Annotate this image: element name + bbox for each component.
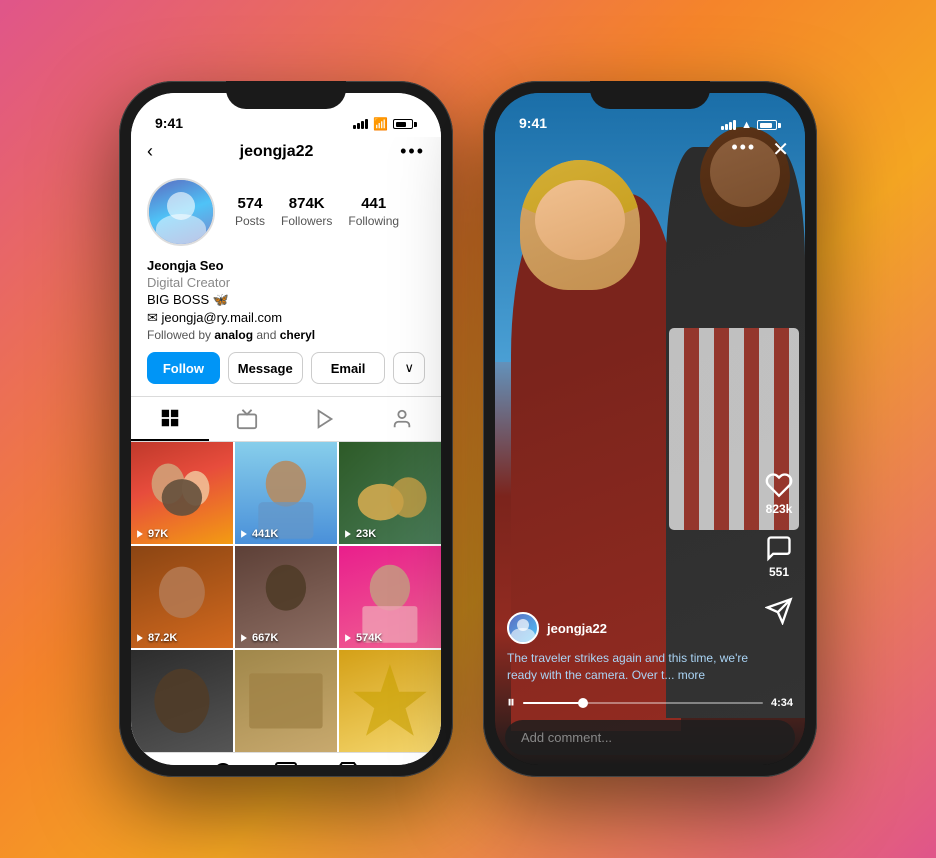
followers-count: 874K — [281, 195, 332, 212]
message-button[interactable]: Message — [228, 352, 303, 384]
grid-item[interactable]: 574K — [339, 546, 441, 648]
close-button[interactable]: ✕ — [772, 137, 789, 162]
profile-tabs — [131, 396, 441, 442]
left-time: 9:41 — [155, 115, 183, 131]
grid-view-count: 441K — [252, 528, 278, 540]
following-label: Following — [348, 214, 399, 228]
grid-item[interactable]: 441K — [235, 442, 337, 544]
wifi-icon: 📶 — [373, 117, 388, 131]
grid-item[interactable]: 87.2K — [131, 546, 233, 648]
grid-item[interactable] — [339, 650, 441, 752]
tab-igtv[interactable] — [209, 397, 287, 441]
comment-count: 551 — [769, 565, 789, 579]
grid-item[interactable]: 97K — [131, 442, 233, 544]
progress-bar: ⏸ 4:34 — [495, 694, 805, 712]
pause-button[interactable]: ⏸ — [507, 694, 515, 712]
follow-button[interactable]: Follow — [147, 352, 220, 384]
posts-grid: 97K 441K — [131, 442, 441, 752]
grid-view-count: 23K — [356, 528, 376, 540]
grid-item[interactable]: 667K — [235, 546, 337, 648]
posts-label: Posts — [235, 214, 265, 228]
nav-reels[interactable] — [255, 761, 317, 765]
comment-input[interactable]: Add comment... — [505, 720, 795, 755]
right-wifi-icon: ▲ — [741, 119, 752, 131]
grid-item[interactable] — [235, 650, 337, 752]
video-avatar — [507, 612, 539, 644]
grid-view-count: 97K — [148, 528, 168, 540]
bottom-overlay: jeongja22 The traveler strikes again and… — [495, 604, 805, 765]
like-action[interactable]: 823k — [765, 471, 793, 516]
grid-view-count: 574K — [356, 632, 382, 644]
bio-followed: Followed by analog and cheryl — [147, 328, 425, 342]
right-actions: 823k 551 — [765, 471, 793, 625]
more-button[interactable]: ∨ — [393, 352, 425, 384]
tab-tagged[interactable] — [364, 397, 442, 441]
more-options-button[interactable]: ••• — [400, 141, 425, 162]
profile-section: 574 Posts 874K Followers 441 Following J… — [131, 170, 441, 396]
progress-controls: ⏸ 4:34 — [507, 694, 793, 712]
profile-username-header: jeongja22 — [240, 143, 314, 161]
progress-track[interactable] — [523, 702, 763, 704]
following-stat: 441 Following — [348, 195, 399, 230]
action-buttons: Follow Message Email ∨ — [147, 352, 425, 384]
right-status-bar: 9:41 ▲ — [495, 93, 805, 137]
ig-header: ‹ jeongja22 ••• — [131, 137, 441, 170]
video-username: jeongja22 — [547, 621, 607, 636]
posts-count: 574 — [235, 195, 265, 212]
tab-reels[interactable] — [286, 397, 364, 441]
left-phone-screen: 9:41 📶 ‹ jeongja22 ••• — [131, 93, 441, 765]
video-total-time: 4:34 — [771, 697, 793, 709]
bio-role: Digital Creator — [147, 275, 425, 290]
more-link[interactable]: more — [678, 668, 705, 682]
tab-grid[interactable] — [131, 397, 209, 441]
video-user: jeongja22 — [507, 612, 755, 644]
followers-stat: 874K Followers — [281, 195, 332, 230]
battery-icon — [393, 119, 417, 129]
nav-home[interactable] — [131, 761, 193, 765]
video-info: jeongja22 The traveler strikes again and… — [495, 604, 805, 694]
followers-label: Followers — [281, 214, 332, 228]
right-phone: 9:41 ▲ ••• ✕ — [483, 81, 817, 777]
grid-view-count: 87.2K — [148, 632, 177, 644]
progress-dot — [578, 698, 588, 708]
video-caption: The traveler strikes again and this time… — [507, 650, 755, 684]
progress-fill — [523, 702, 583, 704]
nav-shop[interactable] — [317, 761, 379, 765]
posts-stat: 574 Posts — [235, 195, 265, 230]
right-signal-icon — [721, 120, 736, 130]
nav-search[interactable] — [193, 761, 255, 765]
grid-view-count: 667K — [252, 632, 278, 644]
left-phone: 9:41 📶 ‹ jeongja22 ••• — [119, 81, 453, 777]
avatar — [147, 178, 215, 246]
profile-top: 574 Posts 874K Followers 441 Following — [147, 178, 425, 246]
email-button[interactable]: Email — [311, 352, 386, 384]
back-button[interactable]: ‹ — [147, 141, 153, 162]
right-status-icons: ▲ — [721, 119, 781, 131]
video-more-button[interactable]: ••• — [731, 137, 756, 162]
nav-profile[interactable] — [379, 761, 441, 765]
bio-email: ✉ jeongja@ry.mail.com — [147, 310, 425, 326]
right-phone-screen: 9:41 ▲ ••• ✕ — [495, 93, 805, 765]
grid-item[interactable] — [131, 650, 233, 752]
stats-row: 574 Posts 874K Followers 441 Following — [235, 195, 399, 230]
left-notch — [226, 81, 346, 109]
signal-icon — [353, 119, 368, 129]
bottom-nav — [131, 752, 441, 765]
left-status-icons: 📶 — [353, 117, 417, 131]
comment-action[interactable]: 551 — [765, 534, 793, 579]
like-count: 823k — [766, 502, 793, 516]
bio-name: Jeongja Seo — [147, 258, 425, 273]
bio-line1: BIG BOSS 🦋 — [147, 292, 425, 308]
top-right-controls: ••• ✕ — [731, 137, 789, 162]
right-battery-icon — [757, 120, 781, 130]
grid-item[interactable]: 23K — [339, 442, 441, 544]
right-time: 9:41 — [519, 115, 547, 131]
following-count: 441 — [348, 195, 399, 212]
